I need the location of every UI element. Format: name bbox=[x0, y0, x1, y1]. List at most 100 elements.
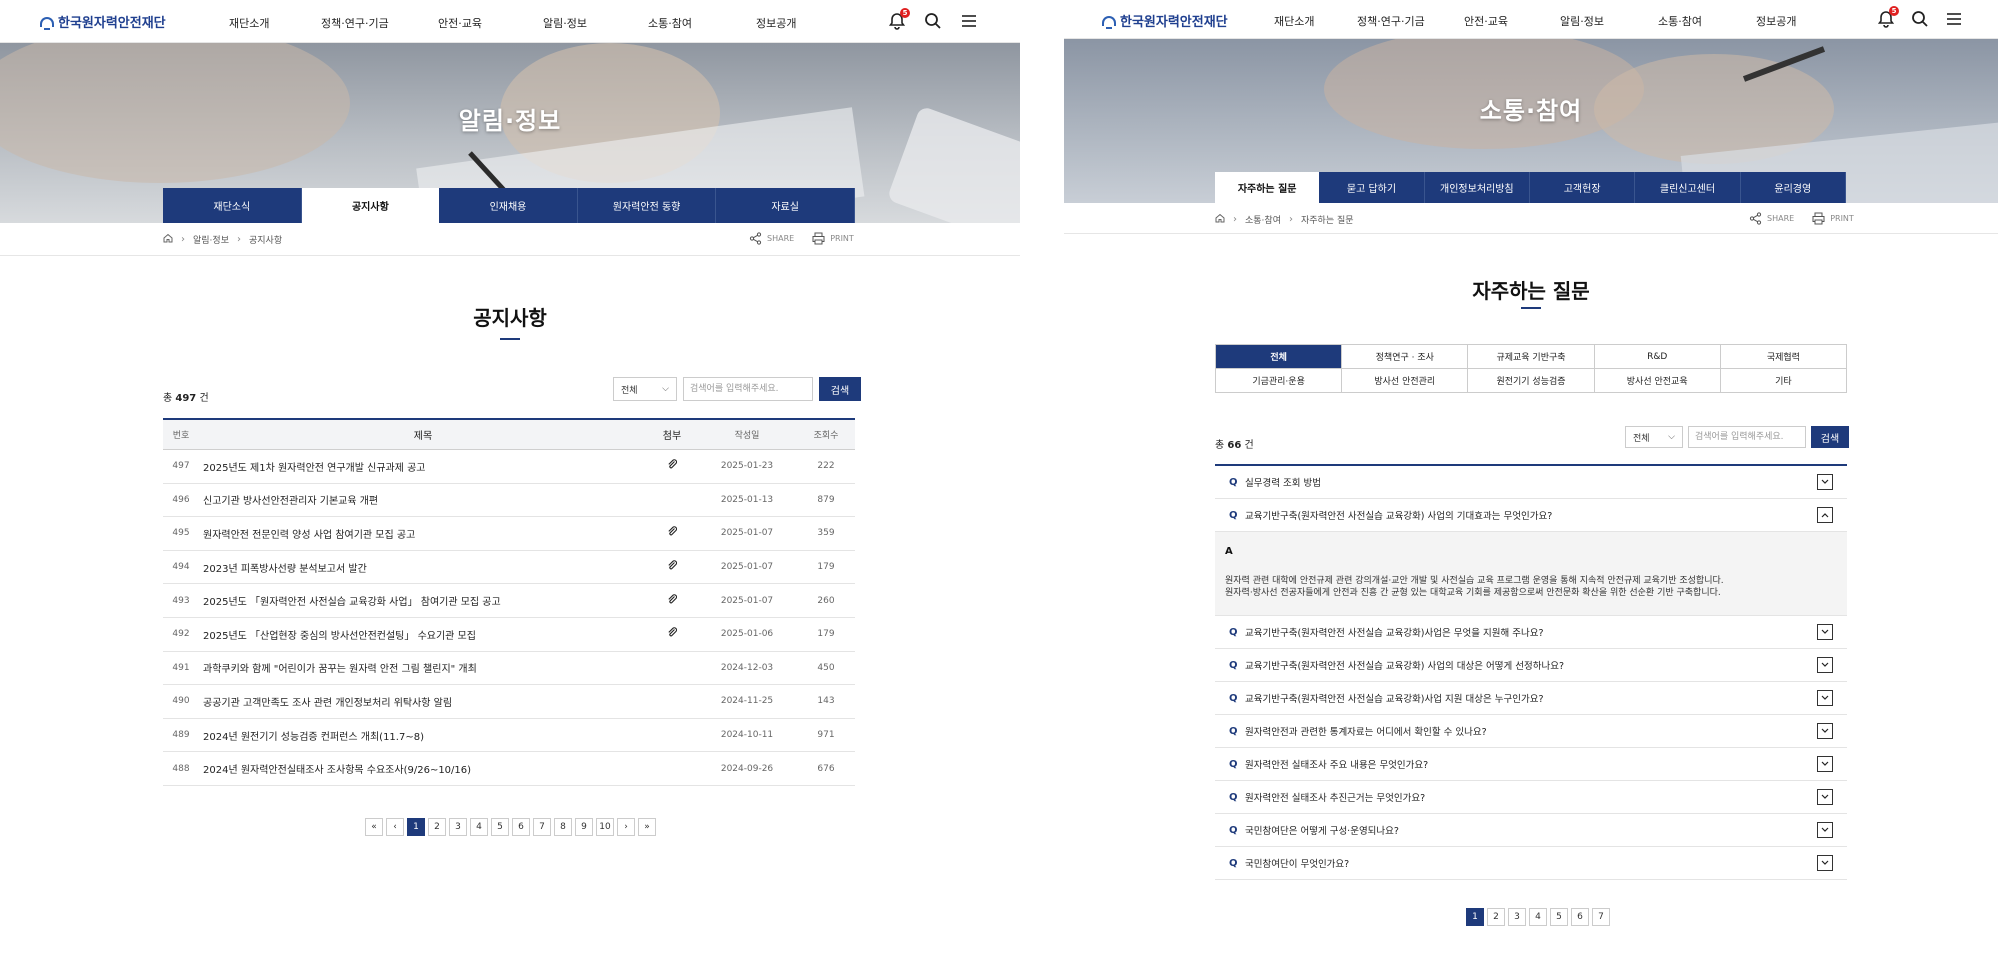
faq-question[interactable]: Q 교육기반구축(원자력안전 사전실습 교육강화)사업은 무엇을 지원해 주나요? bbox=[1215, 616, 1847, 649]
category-button[interactable]: 원전기기 성능검증 bbox=[1468, 369, 1595, 393]
search-input[interactable] bbox=[683, 377, 813, 401]
row-title-link[interactable]: 2025년도 「산업현장 중심의 방사선안전컨설팅」 수요기관 모집 bbox=[199, 627, 647, 642]
menu-item-safety[interactable]: 안전·교육 bbox=[1464, 13, 1560, 29]
search-input[interactable] bbox=[1688, 426, 1806, 448]
row-title-link[interactable]: 2025년도 제1차 원자력안전 연구개발 신규과제 공고 bbox=[199, 459, 647, 474]
page-number-button[interactable]: 4 bbox=[1529, 908, 1547, 926]
menu-item-safety[interactable]: 안전·교육 bbox=[438, 15, 543, 31]
print-button[interactable]: PRINT bbox=[812, 232, 854, 245]
row-title-link[interactable]: 2023년 피폭방사선량 분석보고서 발간 bbox=[199, 560, 647, 575]
table-row[interactable]: 488 2024년 원자력안전실태조사 조사항목 수요조사(9/26~10/16)… bbox=[163, 752, 855, 786]
table-row[interactable]: 497 2025년도 제1차 원자력안전 연구개발 신규과제 공고 2025-01-… bbox=[163, 450, 855, 484]
faq-question[interactable]: Q 원자력안전과 관련한 통계자료는 어디에서 확인할 수 있나요? bbox=[1215, 715, 1847, 748]
paperclip-icon[interactable] bbox=[667, 560, 678, 574]
tab-recruit[interactable]: 인재채용 bbox=[439, 188, 578, 223]
search-button[interactable]: 검색 bbox=[1811, 426, 1849, 448]
row-title-link[interactable]: 공공기관 고객만족도 조사 관련 개인정보처리 위탁사항 알림 bbox=[199, 694, 647, 709]
prev-page-button[interactable]: ‹ bbox=[386, 818, 404, 836]
tab-faq[interactable]: 자주하는 질문 bbox=[1215, 172, 1320, 203]
tab-notice[interactable]: 공지사항 bbox=[301, 188, 440, 223]
page-number-button[interactable]: 1 bbox=[407, 818, 425, 836]
faq-question[interactable]: Q 교육기반구축(원자력안전 사전실습 교육강화) 사업의 대상은 어떻게 선정하… bbox=[1215, 649, 1847, 682]
table-row[interactable]: 489 2024년 원전기기 성능검증 컨퍼런스 개최(11.7~8) 2024-1… bbox=[163, 719, 855, 753]
search-scope-select[interactable]: 전체 ⌵ bbox=[613, 377, 677, 401]
chevron-down-icon[interactable] bbox=[1817, 657, 1833, 673]
row-title-link[interactable]: 과학쿠키와 함께 "어린이가 꿈꾸는 원자력 안전 그림 챌린지" 개최 bbox=[199, 660, 647, 675]
page-number-button[interactable]: 5 bbox=[1550, 908, 1568, 926]
search-icon[interactable] bbox=[923, 11, 943, 31]
category-button[interactable]: R&D bbox=[1594, 345, 1721, 369]
row-title-link[interactable]: 원자력안전 전문인력 양성 사업 참여기관 모집 공고 bbox=[199, 526, 647, 541]
table-row[interactable]: 491 과학쿠키와 함께 "어린이가 꿈꾸는 원자력 안전 그림 챌린지" 개최 2… bbox=[163, 652, 855, 686]
menu-item-about[interactable]: 재단소개 bbox=[229, 15, 321, 31]
breadcrumb-item[interactable]: 소통·참여 bbox=[1245, 213, 1281, 226]
page-number-button[interactable]: 8 bbox=[554, 818, 572, 836]
page-number-button[interactable]: 5 bbox=[491, 818, 509, 836]
home-icon[interactable] bbox=[163, 233, 173, 246]
menu-item-policy[interactable]: 정책·연구·기금 bbox=[1357, 13, 1464, 29]
page-number-button[interactable]: 7 bbox=[533, 818, 551, 836]
page-number-button[interactable]: 2 bbox=[428, 818, 446, 836]
page-number-button[interactable]: 7 bbox=[1592, 908, 1610, 926]
menu-item-news[interactable]: 알림·정보 bbox=[1560, 13, 1658, 29]
menu-item-about[interactable]: 재단소개 bbox=[1274, 13, 1357, 29]
faq-question[interactable]: Q 원자력안전 실태조사 추진근거는 무엇인가요? bbox=[1215, 781, 1847, 814]
category-button[interactable]: 기금관리·운용 bbox=[1216, 369, 1343, 393]
faq-question[interactable]: Q 원자력안전 실태조사 주요 내용은 무엇인가요? bbox=[1215, 748, 1847, 781]
tab-customer-charter[interactable]: 고객헌장 bbox=[1529, 172, 1636, 203]
search-scope-select[interactable]: 전체 ⌵ bbox=[1625, 426, 1683, 448]
chevron-down-icon[interactable] bbox=[1817, 855, 1833, 871]
chevron-down-icon[interactable] bbox=[1817, 789, 1833, 805]
page-number-button[interactable]: 3 bbox=[1508, 908, 1526, 926]
page-number-button[interactable]: 1 bbox=[1466, 908, 1484, 926]
share-button[interactable]: SHARE bbox=[1749, 212, 1794, 225]
category-button[interactable]: 정책연구 · 조사 bbox=[1342, 345, 1469, 369]
share-button[interactable]: SHARE bbox=[749, 232, 794, 245]
faq-question[interactable]: Q 국민참여단은 어떻게 구성·운영되나요? bbox=[1215, 814, 1847, 847]
table-row[interactable]: 494 2023년 피폭방사선량 분석보고서 발간 2025-01-07 179 bbox=[163, 551, 855, 585]
menu-icon[interactable] bbox=[1944, 9, 1964, 29]
table-row[interactable]: 493 2025년도 「원자력안전 사전실습 교육강화 사업」 참여기관 모집 공… bbox=[163, 584, 855, 618]
paperclip-icon[interactable] bbox=[667, 593, 678, 608]
menu-item-community[interactable]: 소통·참여 bbox=[648, 15, 756, 31]
site-logo[interactable]: 한국원자력안전재단 bbox=[1102, 11, 1228, 30]
tab-archive[interactable]: 자료실 bbox=[716, 188, 855, 223]
faq-question[interactable]: Q 국민참여단이 무엇인가요? bbox=[1215, 847, 1847, 880]
tab-privacy-policy[interactable]: 개인정보처리방침 bbox=[1424, 172, 1530, 203]
tab-ethics[interactable]: 윤리경영 bbox=[1740, 172, 1846, 203]
category-button[interactable]: 기타 bbox=[1720, 369, 1847, 393]
bell-icon[interactable]: 5 bbox=[887, 8, 910, 31]
menu-item-policy[interactable]: 정책·연구·기금 bbox=[321, 15, 438, 31]
chevron-down-icon[interactable] bbox=[1817, 690, 1833, 706]
row-title-link[interactable]: 2025년도 「원자력안전 사전실습 교육강화 사업」 참여기관 모집 공고 bbox=[199, 593, 647, 608]
category-button[interactable]: 전체 bbox=[1216, 345, 1343, 369]
breadcrumb-item[interactable]: 알림·정보 bbox=[193, 233, 229, 246]
table-row[interactable]: 492 2025년도 「산업현장 중심의 방사선안전컨설팅」 수요기관 모집 202… bbox=[163, 618, 855, 652]
chevron-down-icon[interactable] bbox=[1817, 822, 1833, 838]
menu-item-disclosure[interactable]: 정보공개 bbox=[1756, 13, 1836, 29]
paperclip-icon[interactable] bbox=[667, 459, 678, 473]
row-title-link[interactable]: 2024년 원자력안전실태조사 조사항목 수요조사(9/26~10/16) bbox=[199, 761, 647, 776]
category-button[interactable]: 방사선 안전교육 bbox=[1594, 369, 1721, 393]
category-button[interactable]: 규제교육 기반구축 bbox=[1468, 345, 1595, 369]
tab-clean-report[interactable]: 클린신고센터 bbox=[1635, 172, 1741, 203]
print-button[interactable]: PRINT bbox=[1812, 212, 1854, 225]
tab-foundation-news[interactable]: 재단소식 bbox=[163, 188, 302, 223]
tab-qna[interactable]: 묻고 답하기 bbox=[1319, 172, 1425, 203]
search-icon[interactable] bbox=[1910, 9, 1930, 29]
page-number-button[interactable]: 6 bbox=[512, 818, 530, 836]
first-page-button[interactable]: « bbox=[365, 818, 383, 836]
row-title-link[interactable]: 신고기관 방사선안전관리자 기본교육 개편 bbox=[199, 492, 647, 507]
page-number-button[interactable]: 4 bbox=[470, 818, 488, 836]
site-logo[interactable]: 한국원자력안전재단 bbox=[40, 12, 166, 31]
menu-item-news[interactable]: 알림·정보 bbox=[543, 15, 648, 31]
page-number-button[interactable]: 9 bbox=[575, 818, 593, 836]
menu-item-disclosure[interactable]: 정보공개 bbox=[756, 15, 836, 31]
home-icon[interactable] bbox=[1215, 213, 1225, 226]
paperclip-icon[interactable] bbox=[667, 627, 678, 641]
page-number-button[interactable]: 3 bbox=[449, 818, 467, 836]
tab-safety-trends[interactable]: 원자력안전 동향 bbox=[577, 188, 717, 223]
bell-icon[interactable]: 5 bbox=[1876, 6, 1899, 29]
faq-question[interactable]: Q 실무경력 조회 방법 bbox=[1215, 466, 1847, 499]
chevron-down-icon[interactable] bbox=[1817, 474, 1833, 490]
